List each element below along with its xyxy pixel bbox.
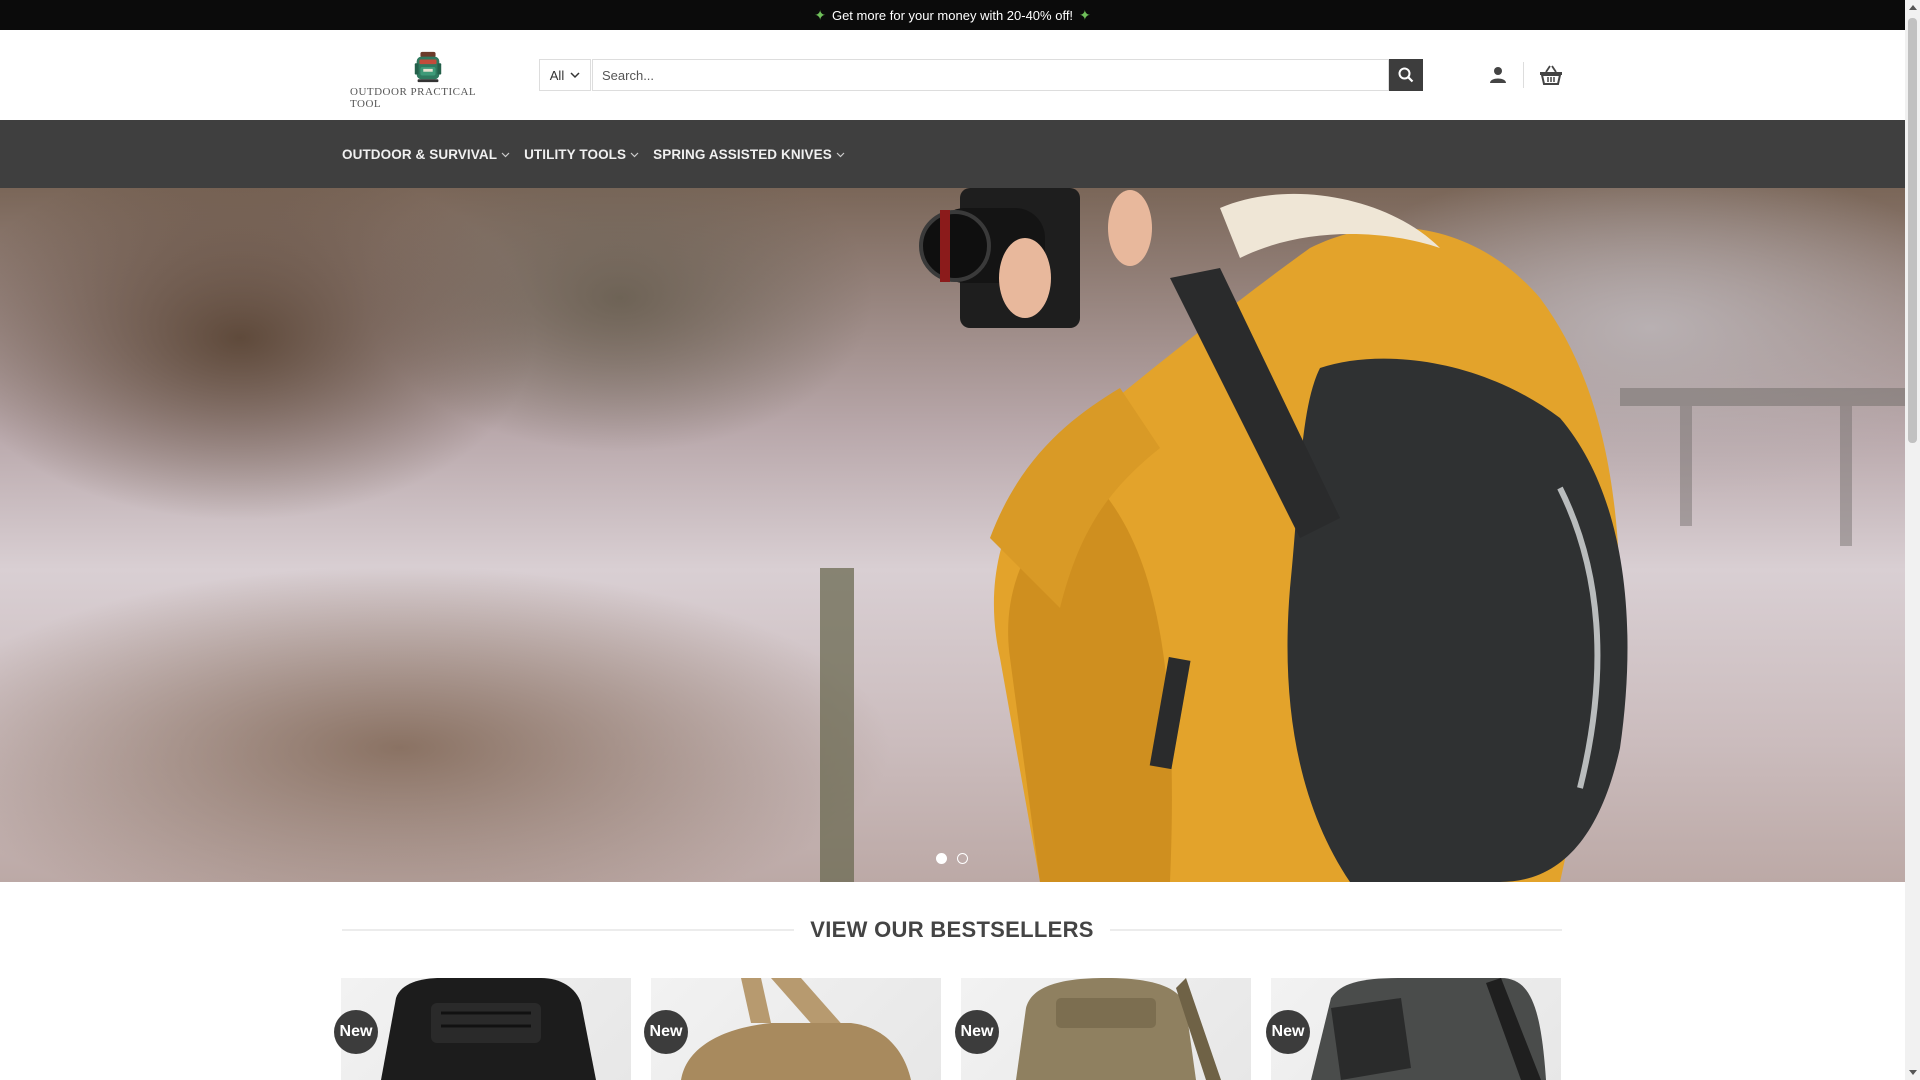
nav-item-label: OUTDOOR & SURVIVAL — [342, 146, 498, 162]
account-icon[interactable] — [1488, 64, 1508, 86]
new-badge: New — [644, 1010, 688, 1054]
chevron-down-icon — [570, 71, 580, 78]
search-category-value: All — [549, 67, 565, 83]
heading-divider-right — [1109, 929, 1563, 931]
product-card[interactable] — [961, 978, 1251, 1080]
new-badge: New — [1266, 1010, 1310, 1054]
nav-item-utility-tools[interactable]: UTILITY TOOLS — [524, 147, 639, 162]
site-logo[interactable]: OUTDOOR PRACTICAL TOOL — [350, 50, 505, 110]
nav-item-spring-assisted-knives[interactable]: SPRING ASSISTED KNIVES — [653, 147, 845, 162]
chevron-down-icon — [501, 152, 510, 157]
site-header: OUTDOOR PRACTICAL TOOL All — [0, 30, 1905, 120]
bestsellers-heading: VIEW OUR BESTSELLERS — [342, 917, 1563, 943]
new-badge: New — [955, 1010, 999, 1054]
product-image — [1016, 978, 1221, 1080]
hero-slider[interactable] — [0, 188, 1905, 882]
new-badge: New — [334, 1010, 378, 1054]
slider-dot-1[interactable] — [936, 853, 947, 864]
page-scrollbar[interactable] — [1905, 0, 1920, 1080]
product-grid — [341, 978, 1563, 1080]
product-card[interactable] — [341, 978, 631, 1080]
money-wings-icon: ✦ — [814, 6, 826, 23]
scrollbar-thumb[interactable] — [1908, 18, 1917, 443]
chevron-down-icon — [630, 152, 639, 157]
slider-dot-2[interactable] — [957, 853, 968, 864]
product-image — [381, 978, 596, 1080]
backpack-logo-icon — [414, 51, 441, 83]
main-nav: OUTDOOR & SURVIVAL UTILITY TOOLS SPRING … — [0, 120, 1905, 188]
search-category-select[interactable]: All — [539, 59, 591, 91]
scroll-down-arrow-icon[interactable] — [1905, 1065, 1920, 1080]
promo-text: Get more for your money with 20-40% off! — [831, 7, 1074, 23]
section-title: VIEW OUR BESTSELLERS — [810, 917, 1094, 942]
search-button[interactable] — [1389, 59, 1423, 91]
promo-bar: ✦ Get more for your money with 20-40% of… — [0, 0, 1905, 30]
basket-icon[interactable] — [1537, 62, 1565, 88]
hero-image — [820, 188, 1905, 882]
search-input[interactable] — [592, 59, 1389, 91]
nav-item-label: UTILITY TOOLS — [524, 146, 627, 162]
search-icon — [1398, 67, 1414, 83]
logo-text: OUTDOOR PRACTICAL TOOL — [350, 86, 476, 110]
header-divider — [1523, 62, 1524, 88]
nav-item-outdoor-survival[interactable]: OUTDOOR & SURVIVAL — [342, 147, 510, 162]
scroll-up-arrow-icon[interactable] — [1905, 0, 1920, 15]
slider-dots — [936, 853, 968, 864]
product-image — [1311, 978, 1546, 1080]
money-wings-icon: ✦ — [1079, 6, 1091, 23]
product-image — [681, 978, 911, 1080]
product-card[interactable] — [651, 978, 941, 1080]
nav-item-label: SPRING ASSISTED KNIVES — [653, 146, 832, 162]
chevron-down-icon — [836, 152, 845, 157]
heading-divider-left — [342, 929, 795, 931]
product-card[interactable] — [1271, 978, 1561, 1080]
